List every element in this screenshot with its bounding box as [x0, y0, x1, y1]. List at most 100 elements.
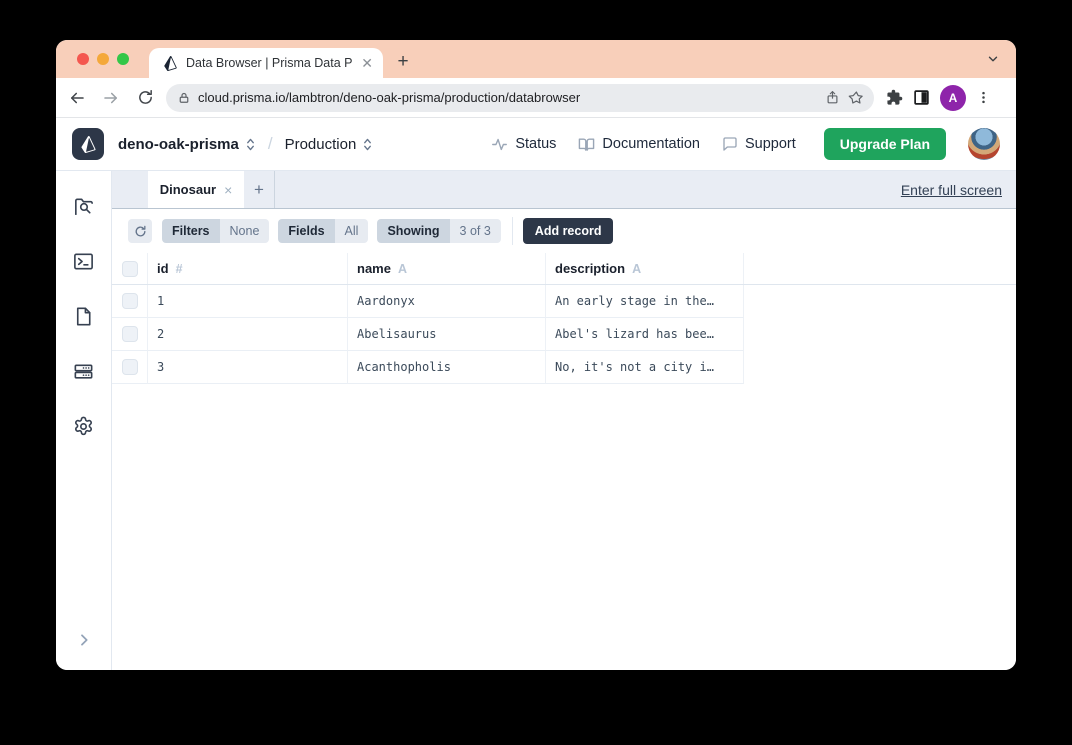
desktop-background: Data Browser | Prisma Data Pla ✕ +	[0, 0, 1072, 745]
project-name: deno-oak-prisma	[118, 136, 239, 153]
fields-value: All	[335, 219, 369, 243]
tab-close-icon[interactable]: ✕	[361, 56, 373, 70]
bookmark-star-icon[interactable]	[848, 90, 864, 106]
column-header-name[interactable]: name A	[348, 253, 546, 284]
browser-tab-title: Data Browser | Prisma Data Pla	[186, 56, 353, 70]
upgrade-plan-button[interactable]: Upgrade Plan	[824, 128, 946, 160]
support-link[interactable]: Support	[722, 136, 796, 152]
chevron-right-icon	[76, 632, 92, 648]
server-stack-icon	[72, 360, 95, 383]
empty-table-area	[112, 384, 1016, 670]
new-tab-button[interactable]: +	[389, 48, 417, 76]
sidebar-item-databases[interactable]	[72, 360, 96, 382]
add-record-button[interactable]: Add record	[523, 218, 614, 244]
reload-icon[interactable]	[134, 87, 156, 109]
book-open-icon	[578, 136, 595, 153]
forward-icon[interactable]	[100, 87, 122, 109]
environment-selector[interactable]: Production	[285, 136, 374, 153]
sidebar-item-schema[interactable]	[72, 305, 96, 327]
side-panel-icon[interactable]	[913, 89, 930, 106]
browser-tab[interactable]: Data Browser | Prisma Data Pla ✕	[149, 48, 383, 78]
terminal-icon	[72, 250, 95, 273]
document-icon	[72, 305, 95, 328]
browser-menu-icon[interactable]	[976, 90, 991, 105]
gear-icon	[72, 415, 95, 438]
cell-name[interactable]: Acanthopholis	[348, 351, 546, 384]
model-tab-label: Dinosaur	[160, 182, 216, 197]
share-icon[interactable]	[825, 90, 840, 105]
updown-chevron-icon	[362, 138, 373, 151]
breadcrumb-separator: /	[268, 134, 273, 154]
close-window-button[interactable]	[77, 53, 89, 65]
row-checkbox[interactable]	[122, 326, 138, 342]
browser-tab-strip: Data Browser | Prisma Data Pla ✕ +	[56, 40, 1016, 78]
cell-description[interactable]: Abel's lizard has bee…	[546, 318, 744, 351]
user-avatar[interactable]	[968, 128, 1000, 160]
column-header-id[interactable]: id #	[148, 253, 348, 284]
status-link[interactable]: Status	[491, 136, 556, 153]
status-label: Status	[515, 136, 556, 152]
maximize-window-button[interactable]	[117, 53, 129, 65]
showing-value: 3 of 3	[450, 219, 501, 243]
app-header: deno-oak-prisma / Production Status Docu…	[56, 118, 1016, 171]
chrome-profile-avatar[interactable]: A	[940, 85, 966, 111]
refresh-button[interactable]	[128, 219, 152, 243]
tabbar-divider	[274, 171, 275, 208]
cell-id[interactable]: 1	[148, 285, 348, 318]
table-row[interactable]: 3 Acanthopholis No, it's not a city i…	[112, 351, 1016, 384]
sidebar-item-settings[interactable]	[72, 415, 96, 437]
app-sidebar	[56, 171, 112, 670]
table-header: id # name A description A	[112, 253, 1016, 285]
cell-description[interactable]: An early stage in the…	[546, 285, 744, 318]
url-text: cloud.prisma.io/lambtron/deno-oak-prisma…	[198, 90, 817, 105]
cell-id[interactable]: 2	[148, 318, 348, 351]
extensions-icon[interactable]	[886, 89, 903, 106]
int-type-icon: #	[176, 262, 183, 276]
showing-control: Showing 3 of 3	[377, 219, 500, 243]
project-selector[interactable]: deno-oak-prisma	[118, 136, 256, 153]
updown-chevron-icon	[245, 138, 256, 151]
toolbar-divider	[512, 217, 513, 245]
table-row[interactable]: 2 Abelisaurus Abel's lizard has bee…	[112, 318, 1016, 351]
sidebar-item-data-browser[interactable]	[72, 195, 96, 217]
cell-name[interactable]: Abelisaurus	[348, 318, 546, 351]
filters-value: None	[220, 219, 270, 243]
cell-id[interactable]: 3	[148, 351, 348, 384]
table-row[interactable]: 1 Aardonyx An early stage in the…	[112, 285, 1016, 318]
back-icon[interactable]	[66, 87, 88, 109]
string-type-icon: A	[398, 262, 407, 276]
select-all-checkbox[interactable]	[122, 261, 138, 277]
folder-search-icon	[72, 195, 95, 218]
prisma-favicon	[163, 56, 178, 71]
lock-icon	[178, 92, 190, 104]
model-tab-bar: Dinosaur × + Enter full screen	[112, 171, 1016, 209]
data-toolbar: Filters None Fields All Showing 3 of 3 A…	[112, 209, 1016, 253]
fields-control[interactable]: Fields All	[278, 219, 368, 243]
refresh-icon	[134, 225, 147, 238]
cell-name[interactable]: Aardonyx	[348, 285, 546, 318]
enter-fullscreen-link[interactable]: Enter full screen	[901, 182, 1002, 198]
model-tab-dinosaur[interactable]: Dinosaur ×	[148, 171, 244, 208]
column-header-description[interactable]: description A	[546, 253, 744, 284]
documentation-link[interactable]: Documentation	[578, 136, 700, 153]
cell-description[interactable]: No, it's not a city i…	[546, 351, 744, 384]
showing-label: Showing	[377, 219, 449, 243]
documentation-label: Documentation	[602, 136, 700, 152]
row-checkbox[interactable]	[122, 359, 138, 375]
sidebar-expand-button[interactable]	[56, 632, 111, 648]
prisma-logo[interactable]	[72, 128, 104, 160]
environment-name: Production	[285, 136, 357, 153]
string-type-icon: A	[632, 262, 641, 276]
sidebar-item-query-console[interactable]	[72, 250, 96, 272]
browser-toolbar: cloud.prisma.io/lambtron/deno-oak-prisma…	[56, 78, 1016, 118]
minimize-window-button[interactable]	[97, 53, 109, 65]
support-label: Support	[745, 136, 796, 152]
close-icon[interactable]: ×	[224, 182, 232, 198]
chevron-down-icon[interactable]	[986, 52, 1000, 66]
filters-control[interactable]: Filters None	[162, 219, 269, 243]
activity-icon	[491, 136, 508, 153]
url-bar[interactable]: cloud.prisma.io/lambtron/deno-oak-prisma…	[166, 84, 874, 112]
row-checkbox[interactable]	[122, 293, 138, 309]
add-model-tab-button[interactable]: +	[244, 171, 274, 208]
chat-bubble-icon	[722, 136, 738, 152]
